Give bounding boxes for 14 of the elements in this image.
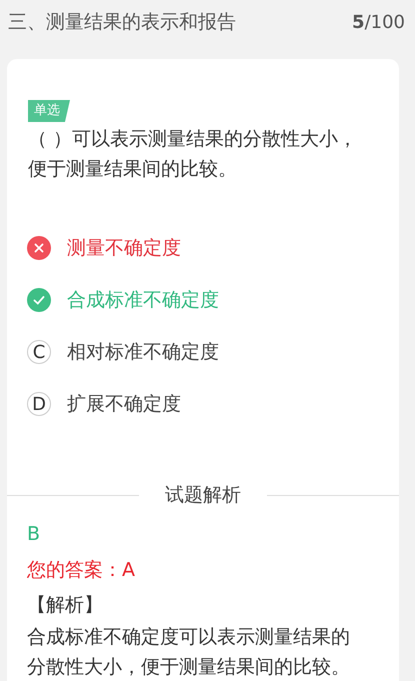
correct-answer: B [27,522,42,547]
question-type-tag: 单选 [28,100,70,122]
section-heading: 试题解析 [164,483,242,508]
option-text[interactable]: 相对标准不确定度 [67,339,219,365]
section-title: 三、测量结果的表示和报告 [8,10,236,35]
option-letter[interactable]: D [27,392,51,416]
option-text[interactable]: 扩展不确定度 [67,391,181,417]
option-letter[interactable]: C [27,340,51,364]
question-text: （ ）可以表示测量结果的分散性大小，便于测量结果间的比较。 [28,127,358,182]
option-text[interactable]: 测量不确定度 [67,235,181,261]
analysis-label: 【解析】 [27,593,104,618]
question-counter: 5/100 [352,12,405,32]
your-answer: 您的答案：A [27,558,136,583]
analysis-text: 合成标准不确定度可以表示测量结果的分散性大小，便于测量结果间的比较。 [27,625,351,680]
